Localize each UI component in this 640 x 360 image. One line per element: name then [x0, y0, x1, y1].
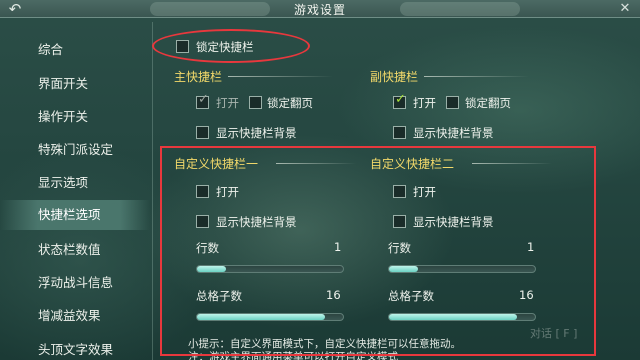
- cloud-ornament: [400, 2, 520, 16]
- main-bar-lock-page-checkbox[interactable]: [249, 96, 262, 109]
- sub-bar-open-label: 打开: [413, 96, 436, 110]
- section-divider: [424, 76, 529, 77]
- sidebar-item-buff-effects[interactable]: 增减益效果: [0, 301, 150, 331]
- sidebar-item-combat-info[interactable]: 浮动战斗信息: [0, 268, 150, 298]
- main-bar-open-label: 打开: [216, 96, 239, 110]
- check-icon: ✓: [198, 92, 209, 107]
- sidebar-item-display[interactable]: 显示选项: [0, 168, 150, 198]
- main-bar-title: 主快捷栏: [174, 70, 223, 84]
- sub-bar-show-bg-checkbox[interactable]: [393, 126, 406, 139]
- check-icon: ✓: [395, 92, 406, 107]
- main-bar-open-checkbox[interactable]: ✓: [196, 92, 209, 109]
- sidebar-item-special-school[interactable]: 特殊门派设定: [0, 135, 150, 165]
- main-bar-lock-page-label: 锁定翻页: [267, 96, 313, 110]
- main-bar-show-bg-checkbox[interactable]: [196, 126, 209, 139]
- window-title: 游戏设置: [293, 3, 346, 17]
- sidebar-divider: [152, 22, 153, 360]
- cloud-ornament: [150, 2, 270, 16]
- annotation-ellipse: [152, 29, 310, 63]
- sidebar-item-status-bar[interactable]: 状态栏数值: [0, 235, 150, 265]
- sidebar-item-interface-toggles[interactable]: 界面开关: [0, 69, 150, 99]
- sidebar-item-general[interactable]: 综合: [0, 35, 150, 65]
- section-divider: [228, 76, 333, 77]
- sidebar-item-overhead-text[interactable]: 头顶文字效果: [0, 335, 150, 360]
- title-bar: ↶ 游戏设置 ✕: [0, 0, 640, 18]
- sub-bar-show-bg-label: 显示快捷栏背景: [413, 126, 494, 140]
- close-icon[interactable]: ✕: [616, 0, 634, 18]
- back-arrow-icon[interactable]: ↶: [4, 0, 26, 18]
- main-bar-show-bg-label: 显示快捷栏背景: [216, 126, 297, 140]
- sidebar-item-operation-toggles[interactable]: 操作开关: [0, 102, 150, 132]
- sub-bar-title: 副快捷栏: [370, 70, 419, 84]
- sub-bar-open-checkbox[interactable]: ✓: [393, 92, 406, 109]
- sidebar-item-shortcut-bar[interactable]: 快捷栏选项: [0, 200, 150, 230]
- annotation-rectangle: [160, 146, 596, 356]
- sub-bar-lock-page-label: 锁定翻页: [465, 96, 511, 110]
- sub-bar-lock-page-checkbox[interactable]: [446, 96, 459, 109]
